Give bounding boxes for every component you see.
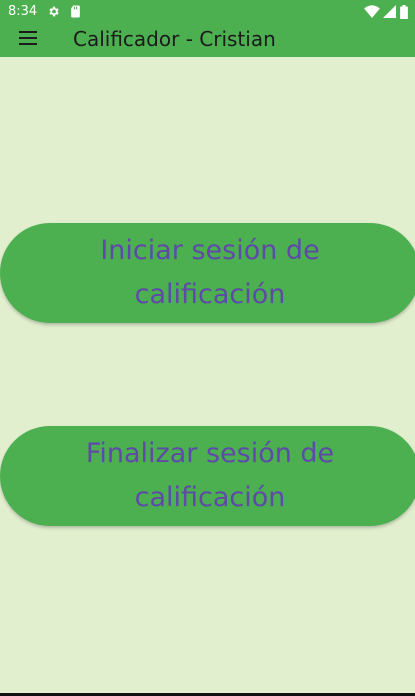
status-bar: 8:34: [0, 0, 415, 24]
end-grading-session-label: Finalizar sesión de calificación: [85, 438, 335, 513]
start-grading-session-label: Iniciar sesión de calificación: [100, 235, 320, 310]
settings-icon: [49, 6, 59, 17]
end-grading-session-button[interactable]: Finalizar sesión de calificación: [0, 426, 415, 526]
app-bar: Calificador - Cristian: [0, 24, 415, 57]
app-title: Calificador - Cristian: [73, 27, 276, 51]
sd-card-icon: [71, 5, 80, 18]
wifi-icon: [364, 5, 380, 18]
top-bar: 8:34 Calificador - Cristian: [0, 0, 415, 57]
signal-icon: [383, 5, 396, 18]
start-grading-session-button[interactable]: Iniciar sesión de calificación: [0, 223, 415, 323]
menu-button[interactable]: [14, 24, 42, 52]
hamburger-menu-icon: [19, 31, 37, 45]
status-time: 8:34: [8, 4, 38, 19]
battery-icon: [400, 5, 408, 19]
